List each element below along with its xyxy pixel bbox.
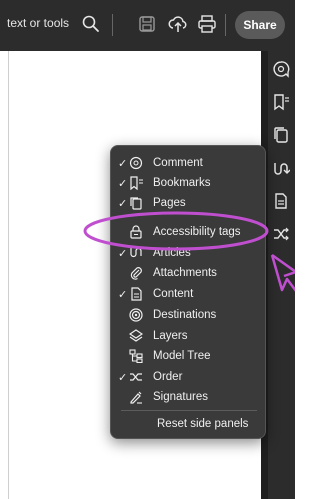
checkmark-icon: ✓ xyxy=(118,371,128,384)
accessibility-tags-icon xyxy=(129,225,143,239)
menu-item-signatures[interactable]: Signatures xyxy=(111,387,267,407)
menu-item-attachments[interactable]: Attachments xyxy=(111,263,267,283)
menu-item-content[interactable]: ✓ Content xyxy=(111,284,267,304)
menu-divider xyxy=(121,410,257,411)
bookmarks-icon xyxy=(129,176,143,191)
search-icon[interactable] xyxy=(81,14,101,34)
checkmark-icon: ✓ xyxy=(118,177,128,190)
pages-icon xyxy=(129,196,143,210)
checkmark-icon: ✓ xyxy=(118,247,128,260)
menu-item-destinations[interactable]: Destinations xyxy=(111,305,267,325)
menu-item-label: Bookmarks xyxy=(153,177,211,189)
content-icon[interactable] xyxy=(272,192,290,210)
save-icon[interactable] xyxy=(137,14,157,34)
top-toolbar: text or tools Share xyxy=(0,0,295,51)
menu-item-pages[interactable]: ✓ Pages xyxy=(111,193,267,213)
menu-item-label: Layers xyxy=(153,330,188,342)
menu-item-label: Attachments xyxy=(153,267,217,279)
menu-item-label: Pages xyxy=(153,197,186,209)
checkmark-icon: ✓ xyxy=(118,197,128,210)
menu-item-comment[interactable]: ✓ Comment xyxy=(111,153,267,173)
cloud-upload-icon[interactable] xyxy=(168,14,188,34)
menu-item-layers[interactable]: Layers xyxy=(111,326,267,346)
menu-item-label: Order xyxy=(153,371,183,383)
menu-item-articles[interactable]: ✓ Articles xyxy=(111,243,267,263)
attachments-icon xyxy=(129,266,143,280)
menu-item-label: Destinations xyxy=(153,309,217,321)
toolbar-divider xyxy=(225,14,226,36)
menu-item-model-tree[interactable]: Model Tree xyxy=(111,346,267,366)
search-input[interactable]: text or tools xyxy=(7,16,69,30)
side-panels-context-menu: ✓ Comment ✓ Bookmarks ✓ Pages Accessibil… xyxy=(110,145,266,439)
menu-item-label: Comment xyxy=(153,157,203,169)
share-button[interactable]: Share xyxy=(235,11,285,39)
menu-item-label: Content xyxy=(153,288,194,300)
menu-item-bookmarks[interactable]: ✓ Bookmarks xyxy=(111,173,267,193)
toolbar-divider xyxy=(112,14,113,36)
destinations-icon xyxy=(129,308,143,322)
pages-icon[interactable] xyxy=(272,126,290,144)
menu-item-label: Model Tree xyxy=(153,350,211,362)
checkmark-icon: ✓ xyxy=(118,288,128,301)
menu-item-label: Signatures xyxy=(153,391,208,403)
order-icon xyxy=(129,370,143,384)
right-side-rail xyxy=(268,51,295,499)
print-icon[interactable] xyxy=(197,14,217,34)
comment-icon[interactable] xyxy=(272,60,290,78)
checkmark-icon: ✓ xyxy=(118,157,128,170)
layers-icon xyxy=(128,329,144,343)
articles-icon[interactable] xyxy=(272,159,291,177)
comment-icon xyxy=(129,156,143,170)
reset-side-panels-button[interactable]: Reset side panels xyxy=(157,418,248,430)
menu-item-accessibility-tags[interactable]: Accessibility tags xyxy=(111,222,267,242)
model-tree-icon xyxy=(129,349,143,364)
content-icon xyxy=(129,287,143,301)
menu-item-order[interactable]: ✓ Order xyxy=(111,367,267,387)
bookmarks-icon[interactable] xyxy=(272,93,290,111)
menu-item-label: Accessibility tags xyxy=(153,226,241,238)
menu-item-label: Articles xyxy=(153,247,191,259)
signatures-icon xyxy=(129,390,143,404)
articles-icon xyxy=(129,246,143,260)
order-icon[interactable] xyxy=(272,225,290,243)
